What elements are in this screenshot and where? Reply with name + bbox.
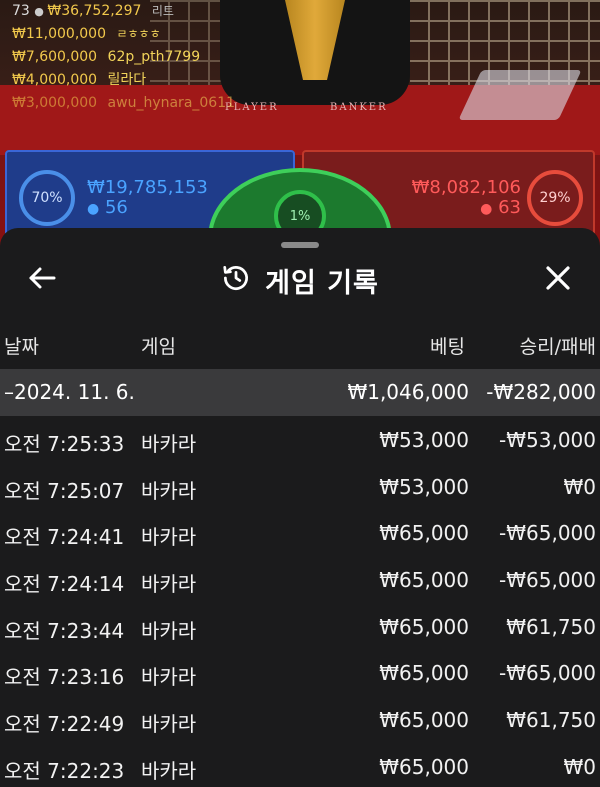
- person-icon: ●: [480, 201, 493, 217]
- bet-name: awu_hynara_0611: [107, 95, 236, 111]
- row-time: 오전 7:24:14: [4, 572, 125, 597]
- row-time: 오전 7:24:41: [4, 525, 125, 550]
- banker-count: 63: [498, 197, 521, 218]
- live-bet-row: ₩3,000,000 awu_hynara_0611: [12, 92, 235, 115]
- row-bet: ₩65,000: [379, 661, 469, 686]
- row-game: 바카라: [141, 618, 197, 643]
- close-button[interactable]: [538, 262, 578, 298]
- row-time: 오전 7:22:49: [4, 712, 125, 737]
- live-bet-row: ₩7,600,000 62p_pth7799: [12, 46, 235, 69]
- summary-result-total: -₩282,000: [486, 380, 596, 404]
- player-total-amount: ₩19,785,153: [87, 177, 208, 198]
- table-row[interactable]: 오전 7:23:16 바카라 ₩65,000 -₩65,000: [0, 651, 600, 698]
- table-row[interactable]: 오전 7:25:33 바카라 ₩53,000 -₩53,000: [0, 418, 600, 465]
- banker-stake: ₩8,082,106 ● 63: [412, 178, 521, 219]
- row-time: 오전 7:22:23: [4, 758, 125, 783]
- table-row[interactable]: 오전 7:22:23 바카라 ₩65,000 ₩0: [0, 745, 600, 787]
- row-game: 바카라: [141, 478, 197, 503]
- player-count: 73: [12, 3, 30, 19]
- row-bet: ₩65,000: [379, 708, 469, 733]
- row-time: 오전 7:25:33: [4, 432, 125, 456]
- sheet-header: 게임 기록: [0, 258, 600, 302]
- row-game: 바카라: [141, 525, 197, 550]
- row-game: 바카라: [141, 572, 197, 597]
- column-bet: 베팅: [430, 336, 465, 358]
- summary-bet-total: ₩1,046,000: [347, 380, 469, 404]
- row-result: -₩65,000: [499, 661, 596, 686]
- row-time: 오전 7:25:07: [4, 478, 125, 503]
- date-summary-row[interactable]: –2024. 11. 6. ₩1,046,000 -₩282,000: [0, 369, 600, 416]
- live-bet-row: ₩4,000,000 릴라다: [12, 69, 235, 92]
- sheet-grabber-handle[interactable]: [281, 242, 319, 248]
- game-history-sheet: 게임 기록 날짜 게임 베팅 승리/패배 –2024. 11. 6. ₩1,04…: [0, 228, 600, 787]
- bet-amount: ₩3,000,000: [12, 95, 98, 111]
- live-game-background: PLAYER BANKER 73 ● ₩36,752,297 리트 ₩11,00…: [0, 0, 600, 260]
- row-game: 바카라: [141, 712, 197, 737]
- row-result: ₩61,750: [506, 614, 596, 639]
- row-game: 바카라: [141, 432, 197, 456]
- table-header: 날짜 게임 베팅 승리/패배: [0, 332, 600, 362]
- row-bet: ₩53,000: [379, 474, 469, 499]
- row-time: 오전 7:23:16: [4, 665, 125, 690]
- live-bet-row: ₩11,000,000 ㄹㅎㅎㅎ: [12, 23, 235, 46]
- history-icon: [221, 263, 251, 297]
- table-row[interactable]: 오전 7:22:49 바카라 ₩65,000 ₩61,750: [0, 698, 600, 745]
- row-result: ₩0: [563, 754, 597, 779]
- bet-amount: ₩11,000,000: [12, 26, 107, 42]
- arrow-left-icon: [28, 266, 56, 294]
- column-date: 날짜: [4, 336, 39, 358]
- column-result: 승리/패배: [519, 336, 596, 358]
- felt-label-banker: BANKER: [330, 102, 388, 113]
- bet-name: 리트: [151, 4, 174, 18]
- row-result: -₩53,000: [499, 428, 596, 452]
- bet-amount: ₩36,752,297: [47, 3, 142, 19]
- person-icon: ●: [87, 201, 100, 217]
- table-row[interactable]: 오전 7:25:07 바카라 ₩53,000 ₩0: [0, 465, 600, 512]
- row-bet: ₩53,000: [379, 428, 469, 452]
- row-result: -₩65,000: [499, 521, 596, 546]
- player-stake: ₩19,785,153 ● 56: [87, 178, 208, 219]
- bet-name: 62p_pth7799: [107, 49, 201, 65]
- table-row[interactable]: 오전 7:23:44 바카라 ₩65,000 ₩61,750: [0, 605, 600, 652]
- history-list: 오전 7:25:33 바카라 ₩53,000 -₩53,000 오전 7:25:…: [0, 418, 600, 787]
- row-result: -₩65,000: [499, 568, 596, 593]
- player-percent-ring: 70%: [19, 170, 75, 226]
- bet-name: 릴라다: [107, 72, 147, 88]
- row-bet: ₩65,000: [379, 521, 469, 546]
- back-button[interactable]: [22, 262, 62, 298]
- bet-name: ㄹㅎㅎㅎ: [116, 27, 161, 41]
- live-bet-row: 73 ● ₩36,752,297 리트: [12, 0, 235, 23]
- person-icon: ●: [34, 5, 48, 18]
- row-game: 바카라: [141, 665, 197, 690]
- column-game: 게임: [141, 336, 176, 358]
- row-result: ₩61,750: [506, 708, 596, 733]
- banker-percent-ring: 29%: [527, 170, 583, 226]
- player-count: 56: [104, 197, 128, 218]
- row-bet: ₩65,000: [379, 614, 469, 639]
- banker-total-amount: ₩8,082,106: [411, 177, 521, 198]
- table-row[interactable]: 오전 7:24:41 바카라 ₩65,000 -₩65,000: [0, 511, 600, 558]
- bet-amount: ₩7,600,000: [12, 49, 98, 65]
- title-group: 게임 기록: [0, 258, 600, 302]
- close-icon: [545, 265, 571, 295]
- row-result: ₩0: [563, 474, 597, 499]
- bet-amount: ₩4,000,000: [12, 72, 98, 88]
- row-time: 오전 7:23:44: [4, 618, 125, 643]
- sheet-title: 게임 기록: [265, 267, 379, 299]
- row-game: 바카라: [141, 758, 197, 783]
- row-bet: ₩65,000: [379, 568, 469, 593]
- live-bets-list: 73 ● ₩36,752,297 리트 ₩11,000,000 ㄹㅎㅎㅎ ₩7,…: [12, 0, 235, 115]
- summary-date: –2024. 11. 6.: [4, 380, 135, 404]
- table-row[interactable]: 오전 7:24:14 바카라 ₩65,000 -₩65,000: [0, 558, 600, 605]
- row-bet: ₩65,000: [379, 754, 469, 779]
